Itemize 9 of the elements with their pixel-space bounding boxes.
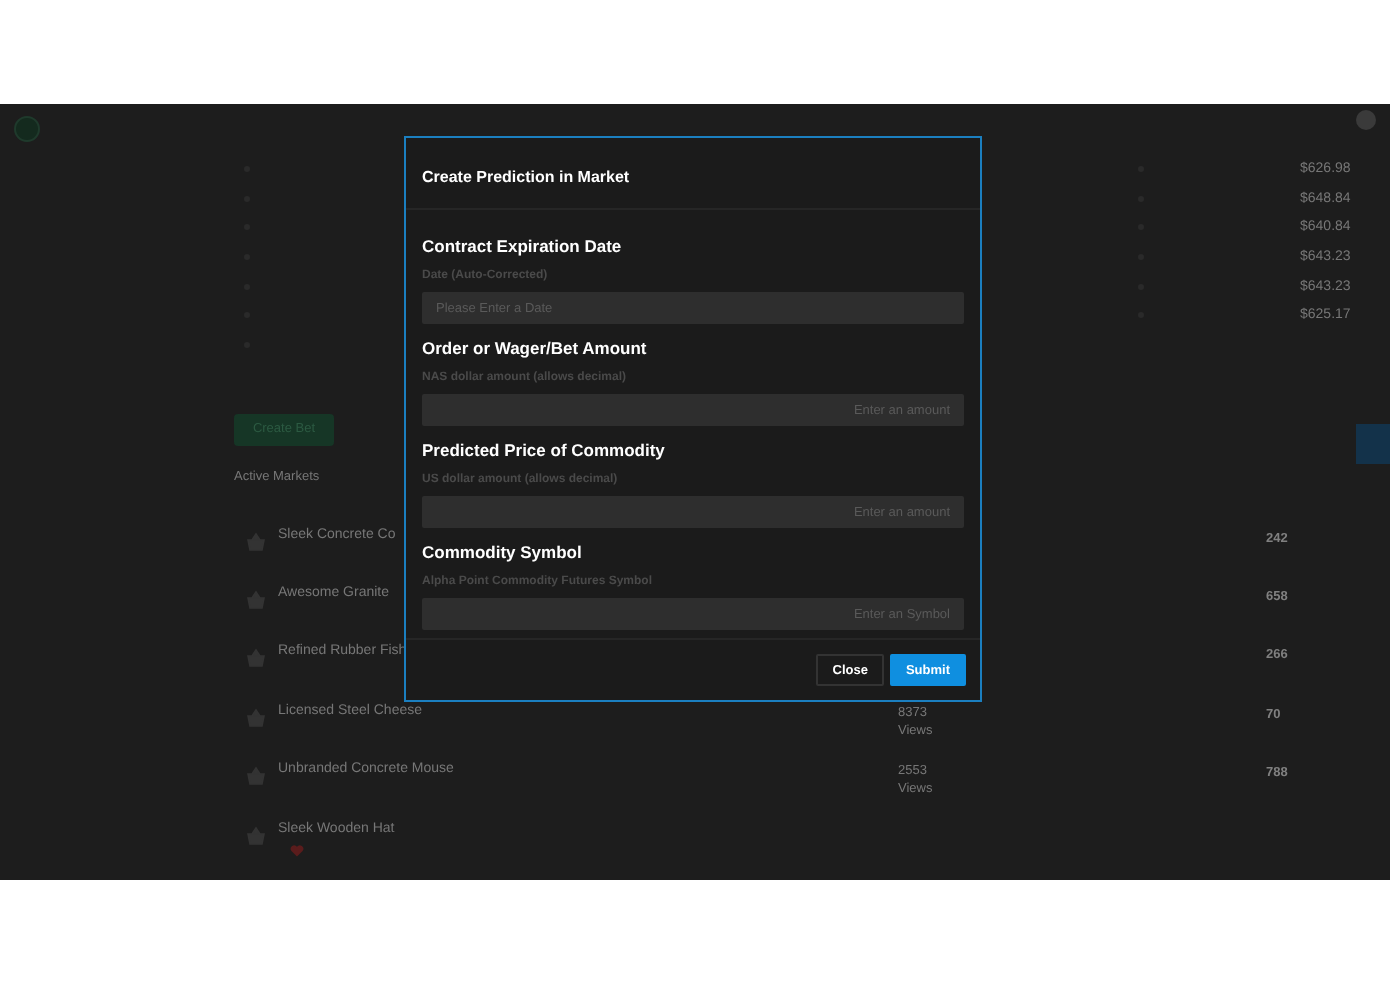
dialog-title: Create Prediction in Market (422, 168, 630, 186)
field-title: Commodity Symbol (422, 542, 584, 562)
floating-button[interactable] (1356, 424, 1390, 464)
avatar-icon[interactable] (1356, 109, 1376, 130)
field-title: Order or Wager/Bet Amount (422, 338, 649, 358)
field-title: Predicted Price of Commodity (422, 440, 667, 460)
field-title: Contract Expiration Date (422, 236, 624, 256)
logo-icon (14, 116, 40, 143)
heart-icon (290, 844, 304, 858)
